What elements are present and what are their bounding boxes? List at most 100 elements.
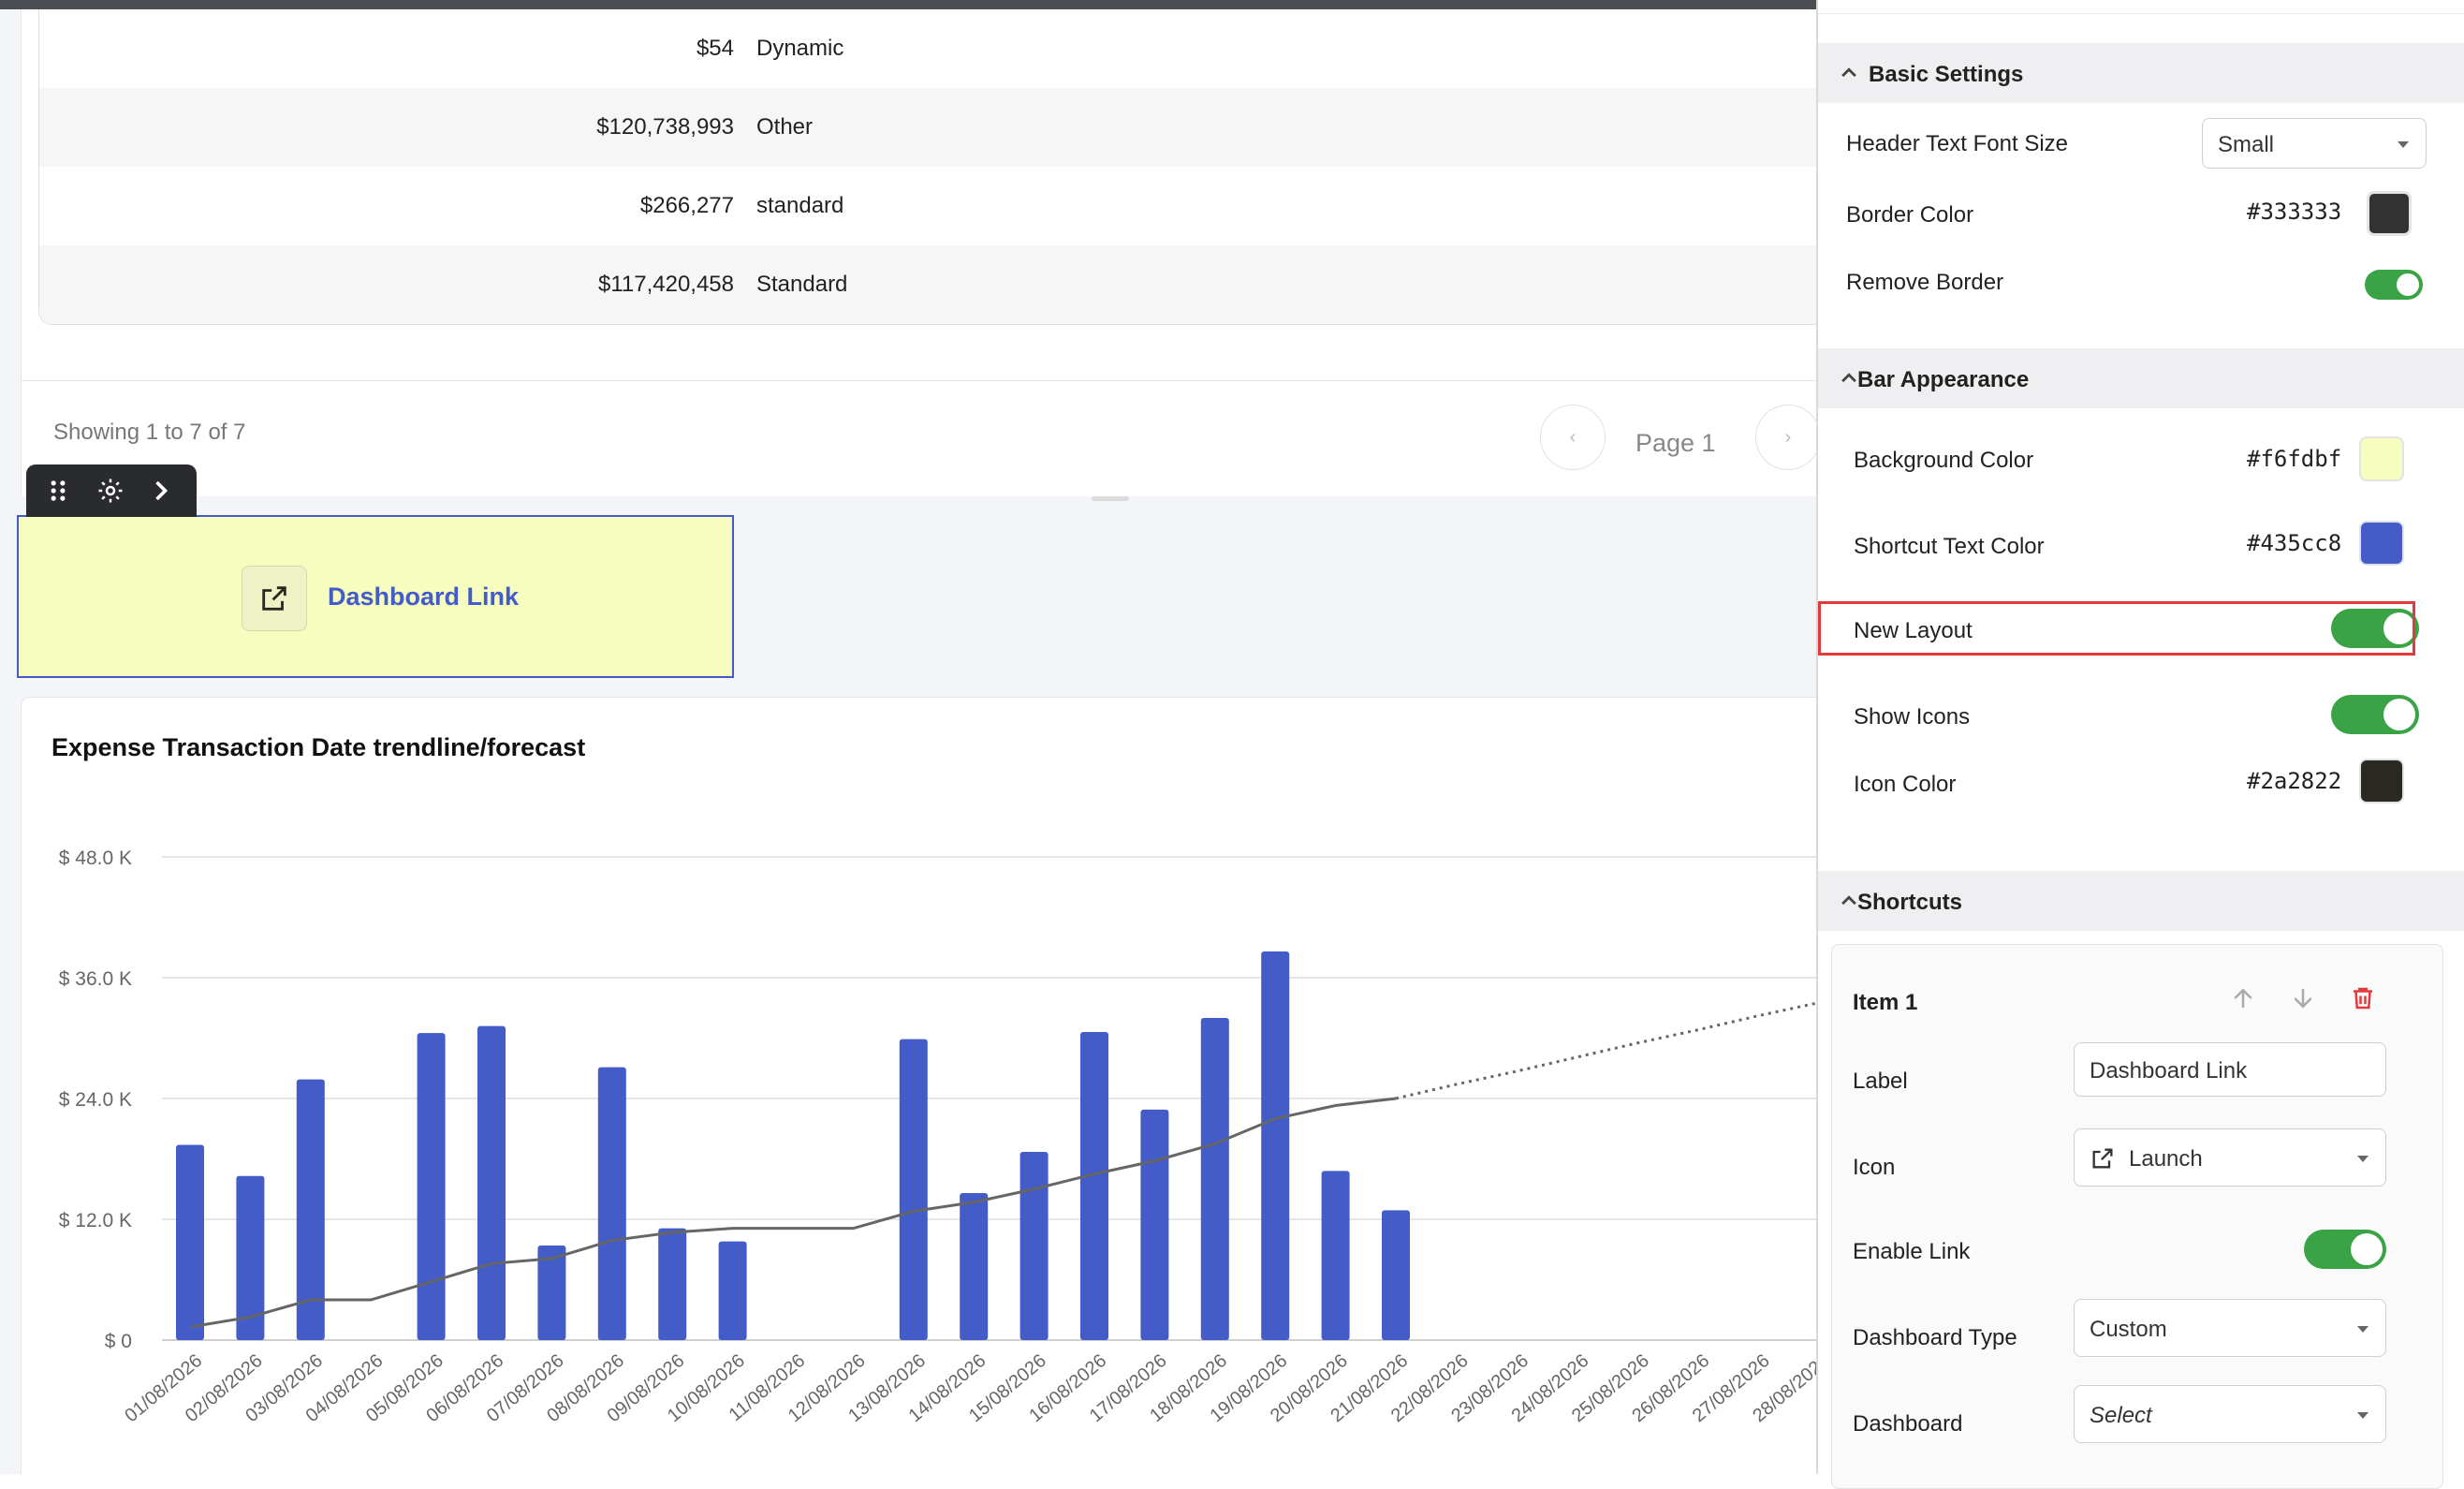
arrow-up-icon[interactable] [2229,984,2257,1012]
prev-page-button[interactable]: ‹ [1540,405,1606,470]
bar [960,1193,989,1340]
bar [417,1033,446,1340]
chevron-right-icon: › [1784,427,1792,448]
shortcut-item-card: Item 1 Label Dashboard Link Icon Launch … [1831,944,2443,1489]
amount-cell: $266,277 [639,193,734,218]
chart-widget: Expense Transaction Date trendline/forec… [21,697,1816,1474]
toggle-knob [2383,699,2415,730]
shortcut-text-color-label: Shortcut Text Color [1854,534,2045,559]
dashboard-type-select[interactable]: Custom [2074,1299,2386,1357]
type-cell: Other [756,114,814,140]
input-value: Dashboard Link [2090,1058,2248,1084]
trash-icon[interactable] [2349,984,2377,1012]
icon-color-label: Icon Color [1854,772,1957,797]
background-color-label: Background Color [1854,448,2034,473]
section-title: Shortcuts [1857,890,1963,915]
border-color-hex: #333333 [2247,199,2342,225]
y-tick-label: $ 24.0 K [59,1089,132,1111]
bar-chart: $ 0$ 12.0 K$ 24.0 K$ 36.0 K$ 48.0 K01/08… [59,848,1816,1426]
icon-color-swatch[interactable] [2359,759,2404,803]
type-cell: standard [756,193,844,218]
show-icons-toggle[interactable] [2331,695,2419,734]
data-table: $54 Dynamic $120,738,993 Other $266,277 … [38,9,1816,325]
bar [597,1067,626,1340]
shortcut-widget[interactable]: Dashboard Link [17,515,734,678]
new-layout-highlight [1818,601,2415,656]
toggle-knob [2397,273,2419,296]
resize-handle[interactable] [1092,496,1129,501]
background-color-swatch[interactable] [2359,436,2404,481]
basic-settings-header[interactable]: Basic Settings [1818,43,2464,103]
table-row: $266,277 standard [39,167,1816,245]
y-tick-label: $ 48.0 K [59,848,132,869]
shortcut-text-color-swatch[interactable] [2359,521,2404,566]
enable-link-label: Enable Link [1853,1239,1971,1264]
chevron-right-icon[interactable] [142,472,180,509]
enable-link-toggle[interactable] [2304,1230,2386,1269]
dashboard-label: Dashboard [1853,1411,1963,1437]
remove-border-toggle[interactable] [2365,270,2423,300]
table-row: $117,420,458 Standard [39,245,1816,324]
select-value: Custom [2090,1317,2167,1342]
pagination-summary: Showing 1 to 7 of 7 [53,420,246,445]
toggle-knob [2351,1233,2383,1265]
select-value: Small [2218,132,2275,157]
table-row: $120,738,993 Other [39,88,1816,167]
section-title: Bar Appearance [1857,367,2030,392]
header-font-size-select[interactable]: Small [2202,118,2427,169]
bar [176,1144,204,1340]
shortcut-text-color-hex: #435cc8 [2247,530,2342,556]
amount-cell: $120,738,993 [596,114,734,140]
bar [1140,1109,1169,1340]
bar [1261,951,1290,1340]
remove-border-label: Remove Border [1846,270,2004,295]
chevron-left-icon: ‹ [1569,427,1577,448]
bar [1321,1171,1350,1340]
table-row: $54 Dynamic [39,9,1816,88]
select-placeholder: Select [2090,1403,2152,1428]
type-cell: Standard [756,272,848,297]
type-cell: Dynamic [756,36,844,61]
y-tick-label: $ 36.0 K [59,968,132,990]
shortcut-label[interactable]: Dashboard Link [328,582,519,612]
caret-down-icon [2357,1412,2369,1419]
page-label: Page 1 [1635,429,1716,457]
amount-cell: $54 [696,36,734,61]
header-font-size-label: Header Text Font Size [1846,131,2069,156]
section-title: Basic Settings [1869,62,2024,87]
shortcuts-header[interactable]: Shortcuts [1818,871,2464,931]
arrow-down-icon[interactable] [2289,984,2317,1012]
next-page-button[interactable]: › [1755,405,1816,470]
bar [1019,1151,1049,1340]
chevron-up-icon [1841,373,1856,383]
caret-down-icon [2357,1326,2369,1333]
bar [899,1039,928,1340]
select-value: Launch [2129,1146,2203,1172]
chevron-up-icon [1841,895,1856,906]
icon-select[interactable]: Launch [2074,1128,2386,1187]
gear-icon[interactable] [92,472,129,509]
launch-icon [2092,1148,2113,1169]
border-color-swatch[interactable] [2367,191,2412,236]
bar [1382,1210,1410,1340]
label-input[interactable]: Dashboard Link [2074,1042,2386,1097]
top-bar [0,0,1816,9]
background-color-hex: #f6fdbf [2247,446,2342,472]
bar [1080,1032,1108,1340]
item-title: Item 1 [1853,990,1918,1015]
icon-field-label: Icon [1853,1155,1896,1180]
dashboard-select[interactable]: Select [2074,1385,2386,1443]
bar-appearance-header[interactable]: Bar Appearance [1818,348,2464,408]
drag-handle-icon[interactable] [39,472,77,509]
dashboard-type-label: Dashboard Type [1853,1325,2017,1350]
dashboard-canvas: $54 Dynamic $120,738,993 Other $266,277 … [0,0,1816,1474]
panel-top-divider [1818,13,2464,14]
widget-toolbar [26,464,197,517]
bar [718,1241,747,1340]
chevron-up-icon [1841,67,1856,78]
bar [658,1228,687,1340]
show-icons-label: Show Icons [1854,704,1971,730]
bar [477,1025,506,1340]
amount-cell: $117,420,458 [597,272,734,297]
table-widget: $54 Dynamic $120,738,993 Other $266,277 … [21,9,1816,496]
